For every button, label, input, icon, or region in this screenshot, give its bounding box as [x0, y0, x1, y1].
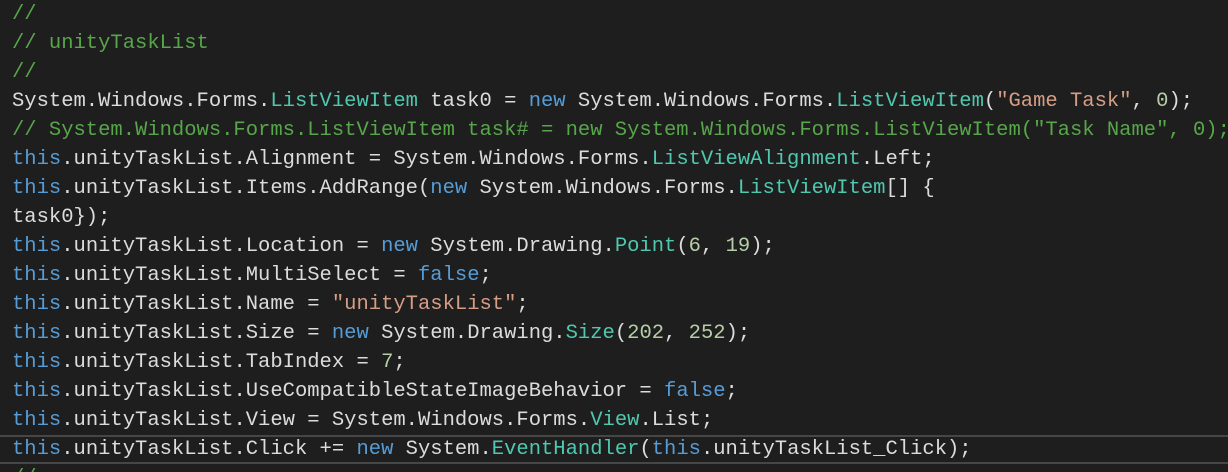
code-token: , — [664, 322, 689, 345]
code-token: // unityTaskList — [12, 32, 209, 55]
code-token: .unityTaskList.UseCompatibleStateImageBe… — [61, 380, 665, 403]
code-token: .Left; — [860, 148, 935, 171]
code-token: .unityTaskList.Click += — [61, 438, 357, 461]
code-line[interactable]: this.unityTaskList.TabIndex = 7; — [0, 348, 1228, 377]
code-token: .unityTaskList.TabIndex = — [61, 351, 382, 374]
code-token: .unityTaskList.MultiSelect = — [61, 264, 418, 287]
code-token: this — [12, 351, 62, 374]
code-token: 19 — [725, 235, 751, 258]
code-token: ListViewItem — [270, 90, 418, 113]
code-token: ; — [393, 351, 406, 374]
code-token: 252 — [688, 322, 726, 345]
code-token: new — [430, 177, 468, 200]
code-token: task0 = — [417, 90, 529, 113]
code-line[interactable]: // System.Windows.Forms.ListViewItem tas… — [0, 116, 1228, 145]
code-line[interactable]: // — [0, 58, 1228, 87]
code-token: new — [528, 90, 566, 113]
code-token: this — [12, 380, 62, 403]
code-token: System.Windows.Forms. — [12, 90, 271, 113]
code-token: this — [12, 148, 62, 171]
code-token: .unityTaskList.Name = — [61, 293, 332, 316]
code-token: Size — [565, 322, 615, 345]
code-token: EventHandler — [491, 438, 640, 461]
code-token: ( — [639, 438, 652, 461]
code-token: false — [664, 380, 726, 403]
code-token: // — [12, 61, 37, 84]
code-token: System.Windows.Forms. — [565, 90, 837, 113]
code-line[interactable]: this.unityTaskList.Location = new System… — [0, 232, 1228, 261]
code-token: this — [12, 264, 62, 287]
code-token: // — [12, 467, 37, 472]
code-token: ; — [725, 380, 738, 403]
code-token: .unityTaskList.Items.AddRange( — [61, 177, 431, 200]
code-token: .unityTaskList.Location = — [61, 235, 382, 258]
code-token: 0 — [1156, 90, 1169, 113]
code-token: ( — [676, 235, 689, 258]
code-token: ); — [725, 322, 751, 345]
code-token: "unityTaskList" — [331, 293, 517, 316]
code-token: ; — [516, 293, 529, 316]
code-token: Point — [614, 235, 677, 258]
code-token: this — [12, 177, 62, 200]
code-token: new — [331, 322, 369, 345]
code-line[interactable]: this.unityTaskList.Items.AddRange(new Sy… — [0, 174, 1228, 203]
code-token: ListViewAlignment — [651, 148, 861, 171]
code-token: [] { — [885, 177, 935, 200]
code-token: this — [12, 322, 62, 345]
code-token: .List; — [639, 409, 714, 432]
code-token: // System.Windows.Forms.ListViewItem tas… — [12, 119, 1228, 142]
code-token: System.Drawing. — [368, 322, 566, 345]
code-token: System.Windows.Forms. — [467, 177, 738, 200]
code-token: // — [12, 3, 37, 26]
code-token: ( — [614, 322, 628, 345]
code-token: new — [356, 438, 394, 461]
code-token: .unityTaskList.Size = — [61, 322, 332, 345]
code-line[interactable]: this.unityTaskList.Size = new System.Dra… — [0, 319, 1228, 348]
code-token: "Game Task" — [996, 90, 1132, 113]
code-token: ListViewItem — [836, 90, 984, 113]
code-line[interactable]: task0}); — [0, 203, 1228, 232]
code-token: System. — [393, 438, 492, 461]
code-token: this — [12, 235, 62, 258]
code-token: .unityTaskList_Click); — [700, 438, 972, 461]
code-line[interactable]: this.unityTaskList.UseCompatibleStateIma… — [0, 377, 1228, 406]
code-editor[interactable]: // // unityTaskList // System.Windows.Forms… — [0, 0, 1228, 472]
code-token: ; — [479, 264, 492, 287]
code-line[interactable]: this.unityTaskList.MultiSelect = false; — [0, 261, 1228, 290]
code-token: this — [12, 409, 62, 432]
code-token: new — [381, 235, 418, 258]
code-token: View — [590, 409, 640, 432]
code-line[interactable]: this.unityTaskList.Alignment = System.Wi… — [0, 145, 1228, 174]
code-token: 6 — [688, 235, 701, 258]
code-token: this — [12, 438, 62, 461]
code-line[interactable]: // unityTaskList — [0, 29, 1228, 58]
code-line[interactable]: // — [0, 464, 1228, 472]
code-token: this — [651, 438, 701, 461]
code-token: 7 — [381, 351, 394, 374]
code-token: false — [417, 264, 480, 287]
code-line[interactable]: this.unityTaskList.Name = "unityTaskList… — [0, 290, 1228, 319]
code-token: task0}); — [12, 206, 111, 229]
code-token: ); — [750, 235, 775, 258]
code-line-current[interactable]: this.unityTaskList.Click += new System.E… — [0, 435, 1228, 464]
code-token: , — [700, 235, 726, 258]
code-token: System.Drawing. — [417, 235, 615, 258]
code-token: , — [1131, 90, 1157, 113]
code-line[interactable]: System.Windows.Forms.ListViewItem task0 … — [0, 87, 1228, 116]
code-token: ( — [983, 90, 997, 113]
code-token: this — [12, 293, 62, 316]
code-token: .unityTaskList.View = System.Windows.For… — [61, 409, 591, 432]
code-line[interactable]: // — [0, 0, 1228, 29]
code-token: .unityTaskList.Alignment = System.Window… — [61, 148, 652, 171]
code-token: 202 — [627, 322, 665, 345]
code-token: ListViewItem — [737, 177, 886, 200]
code-line[interactable]: this.unityTaskList.View = System.Windows… — [0, 406, 1228, 435]
code-token: ); — [1168, 90, 1194, 113]
